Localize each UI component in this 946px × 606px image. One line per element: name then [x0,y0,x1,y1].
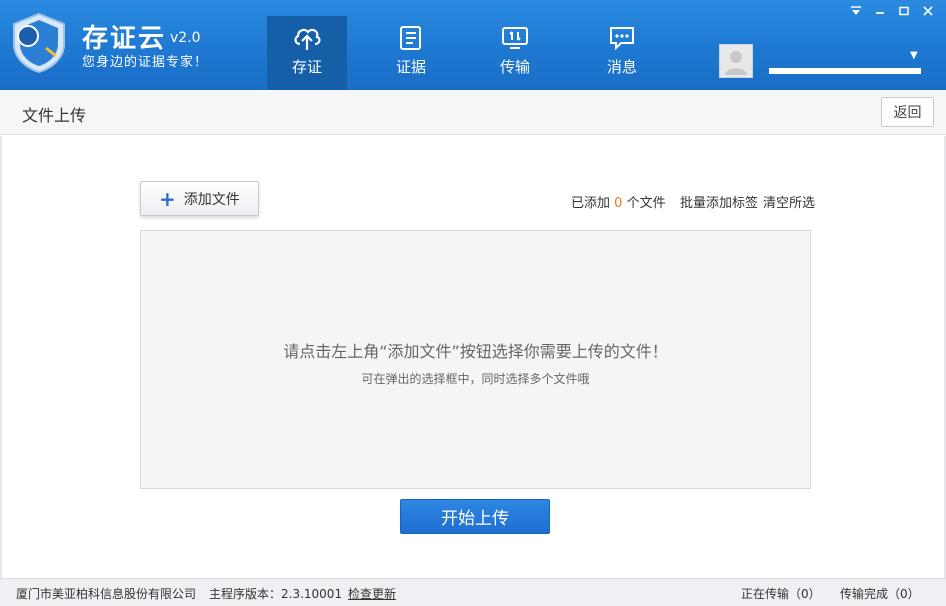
program-version: 主程序版本：2.3.10001 [209,587,343,601]
app-header: 存证云 v2.0 您身边的证据专家！ 存证 证据 传输 消息 ▼ [0,0,946,90]
add-file-label: 添加文件 [183,191,240,208]
nav-label: 证据 [395,58,426,76]
app-version: v2.0 [170,30,201,46]
page-title: 文件上传 [22,106,87,125]
user-avatar-icon [725,51,747,75]
document-icon [400,26,421,50]
plus-icon: + [159,186,176,211]
nav-label: 传输 [499,58,530,76]
file-count-suffix: 个文件 [626,196,666,211]
transfer-done-status[interactable]: 传输完成（0） [840,585,920,602]
nav-item-xiaoxi[interactable]: 消息 [582,16,662,90]
file-drop-zone[interactable]: 请点击左上角“添加文件”按钮选择你需要上传的文件！ 可在弹出的选择框中，同时选择… [140,230,811,489]
start-upload-button[interactable]: 开始上传 [400,499,550,534]
menu-icon[interactable] [844,2,868,20]
drop-zone-hint: 请点击左上角“添加文件”按钮选择你需要上传的文件！ [283,342,668,361]
clear-selection-link[interactable]: 清空所选 [763,192,815,211]
minimize-icon[interactable] [868,2,892,20]
transferring-status[interactable]: 正在传输（0） [741,585,821,602]
company-name: 厦门市美亚柏科信息股份有限公司 [16,587,197,601]
window-controls [844,2,940,20]
batch-add-tag-link[interactable]: 批量添加标签 [680,192,758,211]
nav-label: 消息 [606,58,637,76]
page-titlebar: 文件上传 返回 [0,90,946,135]
file-count-status: 已添加 0 个文件 [571,192,666,211]
nav-label: 存证 [291,58,322,76]
drop-zone-subhint: 可在弹出的选择框中，同时选择多个文件哦 [361,372,590,386]
add-file-button[interactable]: + 添加文件 [140,181,259,216]
message-icon [610,27,634,51]
chevron-down-icon[interactable]: ▼ [910,50,918,61]
avatar[interactable] [719,44,753,78]
cloud-upload-icon [294,28,321,50]
nav-item-zhengju[interactable]: 证据 [371,16,451,90]
file-count-prefix: 已添加 [571,196,611,211]
file-count: 0 [614,196,623,211]
maximize-icon[interactable] [892,2,916,20]
app-name: 存证云 [82,24,167,54]
user-name-field [769,68,921,74]
transfer-icon [502,27,528,49]
nav-item-chuanshu[interactable]: 传输 [475,16,555,90]
app-slogan: 您身边的证据专家！ [82,55,209,70]
app-logo-icon [13,12,65,74]
nav-item-cunzheng[interactable]: 存证 [267,16,347,90]
back-button[interactable]: 返回 [881,97,934,127]
close-icon[interactable] [916,2,940,20]
upload-panel: + 添加文件 已添加 0 个文件 批量添加标签 清空所选 请点击左上角“添加文件… [0,136,946,578]
status-bar: 厦门市美亚柏科信息股份有限公司 主程序版本：2.3.10001 检查更新 正在传… [0,578,946,606]
check-update-link[interactable]: 检查更新 [348,585,396,602]
